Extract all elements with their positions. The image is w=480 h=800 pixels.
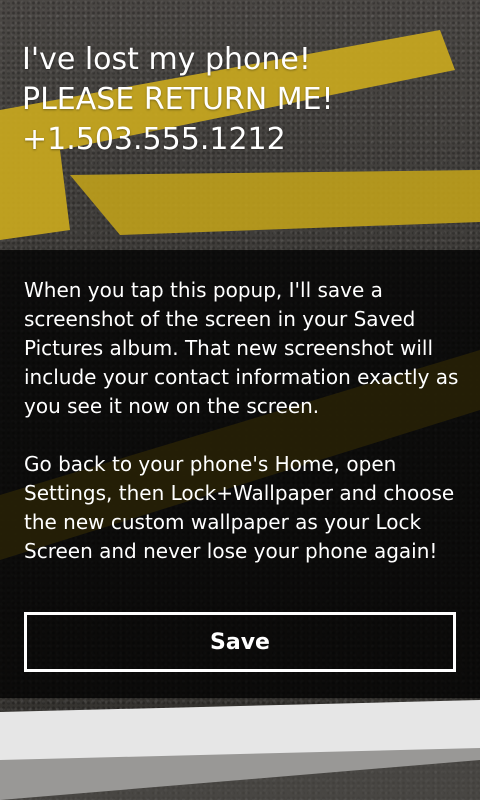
popup-paragraph-set-wallpaper: Go back to your phone's Home, open Setti… bbox=[24, 452, 455, 563]
return-request-heading: PLEASE RETURN ME! bbox=[22, 82, 334, 117]
yellow-road-line-lower bbox=[70, 170, 480, 235]
contact-phone-number: +1.503.555.1212 bbox=[22, 122, 286, 157]
save-button[interactable]: Save bbox=[24, 612, 456, 672]
lock-screen: I've lost my phone! PLEASE RETURN ME! +1… bbox=[0, 0, 480, 800]
popup-instructions[interactable]: When you tap this popup, I'll save a scr… bbox=[24, 276, 460, 566]
popup-paragraph-save-info: When you tap this popup, I'll save a scr… bbox=[24, 278, 459, 418]
lost-phone-heading: I've lost my phone! bbox=[22, 42, 311, 77]
lock-screen-message: I've lost my phone! PLEASE RETURN ME! +1… bbox=[22, 40, 334, 160]
